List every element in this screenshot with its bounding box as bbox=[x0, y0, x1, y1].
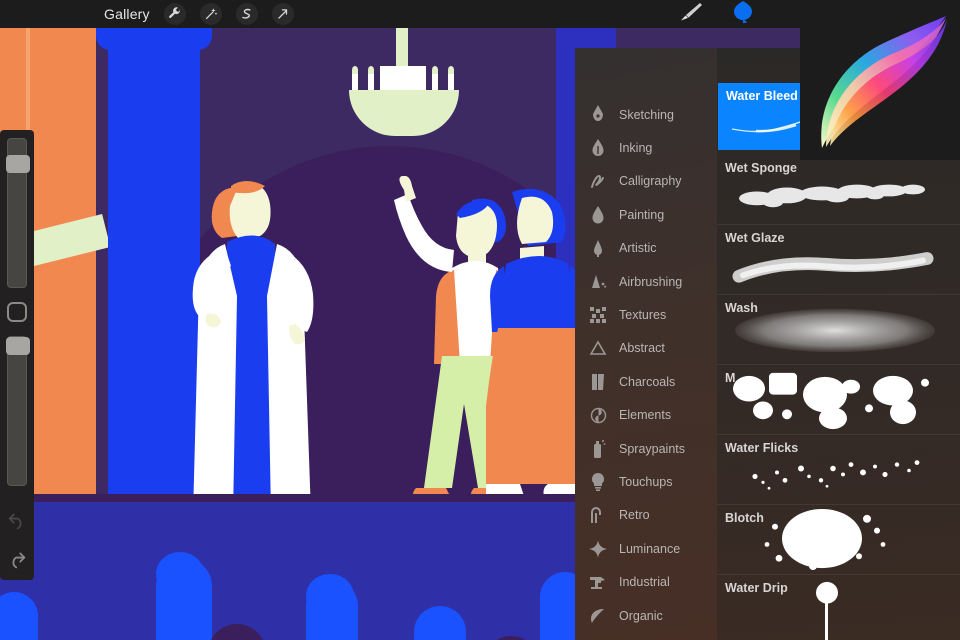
brush-item-m[interactable]: M bbox=[717, 365, 960, 435]
arrow-transform-icon[interactable] bbox=[271, 3, 294, 25]
smudge-icon[interactable] bbox=[730, 0, 756, 29]
gallery-button[interactable]: Gallery bbox=[104, 6, 150, 22]
category-label: Charcoals bbox=[619, 374, 676, 389]
toolbar-right-group bbox=[676, 0, 756, 29]
undo-arrow-icon[interactable] bbox=[7, 512, 27, 535]
brush-item-water-bleed[interactable]: Water Bleed bbox=[718, 83, 803, 150]
artistic-drop-icon bbox=[587, 237, 609, 259]
category-retro[interactable]: Retro bbox=[575, 499, 717, 532]
brush-label: M bbox=[725, 371, 736, 385]
category-airbrushing[interactable]: Airbrushing bbox=[575, 265, 717, 298]
calligraphy-pen-icon bbox=[587, 170, 609, 192]
category-label: Elements bbox=[619, 408, 672, 423]
texture-grid-icon bbox=[587, 304, 609, 326]
brush-item-wash[interactable]: Wash bbox=[717, 295, 960, 365]
s-selection-icon[interactable] bbox=[235, 3, 258, 25]
opacity-thumb[interactable] bbox=[6, 337, 30, 355]
category-touchups[interactable]: Touchups bbox=[575, 465, 717, 498]
category-water[interactable]: Water bbox=[575, 632, 717, 640]
audience-head bbox=[306, 574, 354, 618]
category-inking[interactable]: Inking bbox=[575, 131, 717, 164]
category-label: Touchups bbox=[619, 474, 673, 489]
category-charcoals[interactable]: Charcoals bbox=[575, 365, 717, 398]
airbrush-icon bbox=[587, 271, 609, 293]
category-spraypaints[interactable]: Spraypaints bbox=[575, 432, 717, 465]
light-bulb-icon bbox=[587, 471, 609, 493]
category-organic[interactable]: Organic bbox=[575, 599, 717, 632]
brush-stroke-preview bbox=[733, 372, 929, 430]
undo-redo-group bbox=[0, 512, 34, 574]
category-label: Luminance bbox=[619, 541, 681, 556]
brush-label: Wet Sponge bbox=[725, 161, 797, 175]
paint-drop-icon bbox=[587, 204, 609, 226]
brush-item-water-drip[interactable]: Water Drip bbox=[717, 575, 960, 640]
category-label: Sketching bbox=[619, 107, 674, 122]
procreate-logo-overlay bbox=[800, 0, 960, 160]
pencil-nib-icon bbox=[587, 104, 609, 126]
category-label: Inking bbox=[619, 141, 653, 156]
opacity-slider[interactable] bbox=[6, 336, 30, 486]
procreate-logo bbox=[821, 16, 947, 148]
leaf-icon bbox=[587, 605, 609, 627]
brush-item-wet-glaze[interactable]: Wet Glaze bbox=[717, 225, 960, 295]
category-label: Airbrushing bbox=[619, 274, 683, 289]
brush-category-list[interactable]: Sketching Inking Calligraphy Painting Ar… bbox=[575, 48, 717, 640]
brush-size-thumb[interactable] bbox=[6, 155, 30, 173]
left-sidebar bbox=[0, 130, 34, 580]
category-label: Textures bbox=[619, 308, 667, 323]
category-sketching[interactable]: Sketching bbox=[575, 98, 717, 131]
category-label: Artistic bbox=[619, 241, 657, 256]
category-label: Industrial bbox=[619, 575, 670, 590]
brush-item-water-flicks[interactable]: Water Flicks bbox=[717, 435, 960, 505]
brush-label: Water Drip bbox=[725, 581, 788, 595]
brush-label: Wet Glaze bbox=[725, 231, 785, 245]
paintbrush-icon[interactable] bbox=[676, 1, 704, 28]
brush-label: Water Bleed bbox=[726, 89, 798, 103]
audience-head bbox=[156, 552, 204, 596]
modify-button[interactable] bbox=[7, 302, 27, 322]
category-label: Calligraphy bbox=[619, 174, 682, 189]
brush-item-wet-sponge[interactable]: Wet Sponge bbox=[717, 155, 960, 225]
sparkle-icon bbox=[587, 538, 609, 560]
spray-can-icon bbox=[587, 438, 609, 460]
stage-column-cap bbox=[96, 28, 212, 50]
category-label: Retro bbox=[619, 508, 650, 523]
category-industrial[interactable]: Industrial bbox=[575, 565, 717, 598]
anvil-icon bbox=[587, 571, 609, 593]
category-elements[interactable]: Elements bbox=[575, 399, 717, 432]
category-label: Painting bbox=[619, 207, 665, 222]
ink-drop-icon bbox=[587, 137, 609, 159]
brush-label: Blotch bbox=[725, 511, 764, 525]
charcoal-block-icon bbox=[587, 371, 609, 393]
wrench-icon[interactable] bbox=[163, 3, 186, 25]
category-label: Organic bbox=[619, 608, 663, 623]
procreate-app-window: Gallery Sketching Inking Calligraphy Pai… bbox=[0, 0, 960, 640]
brush-item-blotch[interactable]: Blotch bbox=[717, 505, 960, 575]
brush-label: Water Flicks bbox=[725, 441, 799, 455]
triangle-icon bbox=[587, 337, 609, 359]
magic-wand-icon[interactable] bbox=[199, 3, 222, 25]
category-luminance[interactable]: Luminance bbox=[575, 532, 717, 565]
redo-arrow-icon[interactable] bbox=[7, 551, 27, 574]
category-calligraphy[interactable]: Calligraphy bbox=[575, 165, 717, 198]
chandelier-body bbox=[380, 66, 426, 92]
category-textures[interactable]: Textures bbox=[575, 298, 717, 331]
category-artistic[interactable]: Artistic bbox=[575, 232, 717, 265]
figure-left bbox=[192, 181, 314, 508]
category-label: Abstract bbox=[619, 341, 665, 356]
yin-yang-icon bbox=[587, 404, 609, 426]
retro-curve-icon bbox=[587, 504, 609, 526]
category-label: Spraypaints bbox=[619, 441, 686, 456]
category-abstract[interactable]: Abstract bbox=[575, 332, 717, 365]
brush-label: Wash bbox=[725, 301, 758, 315]
brush-size-slider[interactable] bbox=[6, 138, 30, 288]
toolbar-left-group: Gallery bbox=[104, 3, 294, 25]
category-painting[interactable]: Painting bbox=[575, 198, 717, 231]
